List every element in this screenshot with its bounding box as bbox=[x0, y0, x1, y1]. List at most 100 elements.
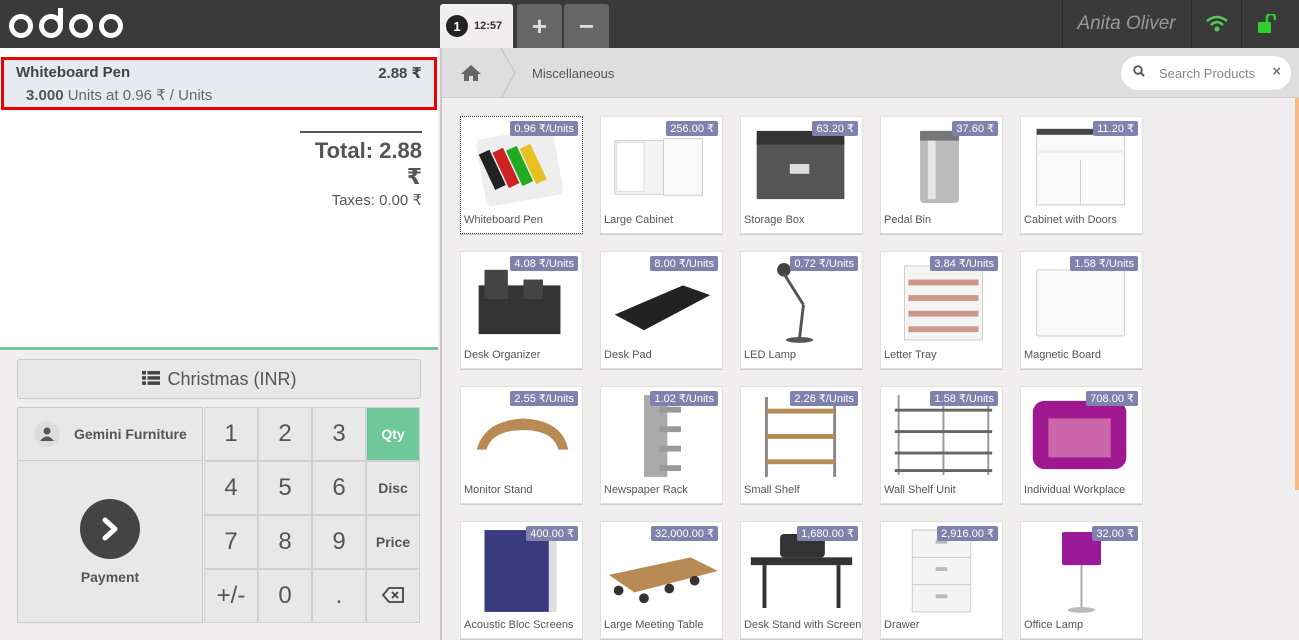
backspace-button[interactable] bbox=[366, 569, 420, 623]
numpad-dot-button[interactable]: . bbox=[312, 569, 366, 623]
numpad-key-3[interactable]: 3 bbox=[312, 407, 366, 461]
order-tab[interactable]: 1 12:57 bbox=[440, 4, 513, 48]
category-breadcrumb-bar: Miscellaneous Search Products × bbox=[442, 48, 1299, 98]
home-icon[interactable] bbox=[442, 48, 500, 98]
product-price-tag: 63.20 ₹ bbox=[812, 121, 858, 136]
orderline-info: 3.000 Units at 0.96 ₹ / Units bbox=[26, 86, 212, 104]
product-price-tag: 708.00 ₹ bbox=[1086, 391, 1138, 406]
user-icon bbox=[34, 421, 60, 447]
product-name: Desk Pad bbox=[604, 349, 652, 361]
product-card[interactable]: 400.00 ₹ Acoustic Bloc Screens bbox=[460, 521, 583, 639]
scrollbar[interactable] bbox=[1295, 98, 1299, 490]
product-name: LED Lamp bbox=[744, 349, 796, 361]
product-card[interactable]: 32,000.00 ₹ Large Meeting Table bbox=[600, 521, 723, 639]
cashier-name[interactable]: Anita Oliver bbox=[1062, 0, 1190, 48]
wifi-icon[interactable] bbox=[1191, 0, 1241, 48]
orderline-quantity: 3.000 bbox=[26, 87, 64, 104]
order-summary: Total: 2.88 ₹ Taxes: 0.00 ₹ bbox=[300, 131, 422, 209]
product-name: Small Shelf bbox=[744, 484, 800, 496]
product-name: Large Cabinet bbox=[604, 214, 674, 226]
product-price-tag: 256.00 ₹ bbox=[666, 121, 718, 136]
order-total: Total: 2.88 ₹ bbox=[314, 138, 422, 189]
product-price-tag: 0.72 ₹/Units bbox=[790, 256, 858, 271]
product-price-tag: 2.55 ₹/Units bbox=[510, 391, 578, 406]
remove-order-button[interactable]: − bbox=[564, 4, 609, 48]
mode-qty-button[interactable]: Qty bbox=[366, 407, 420, 461]
product-card[interactable]: 2.55 ₹/Units Monitor Stand bbox=[460, 386, 583, 504]
numpad-key-7[interactable]: 7 bbox=[204, 515, 258, 569]
product-card[interactable]: 1.58 ₹/Units Wall Shelf Unit bbox=[880, 386, 1003, 504]
product-price-tag: 32,000.00 ₹ bbox=[651, 526, 718, 541]
order-time: 12:57 bbox=[474, 20, 503, 32]
unlock-icon[interactable] bbox=[1241, 0, 1291, 48]
orderline-selected[interactable]: Whiteboard Pen 2.88 ₹ 3.000 Units at 0.9… bbox=[1, 57, 437, 110]
numpad-key-0[interactable]: 0 bbox=[258, 569, 312, 623]
mode-disc-button[interactable]: Disc bbox=[366, 461, 420, 515]
product-card[interactable]: 0.96 ₹/Units Whiteboard Pen bbox=[460, 116, 583, 234]
product-card[interactable]: 32.00 ₹ Office Lamp bbox=[1020, 521, 1143, 639]
product-name: Monitor Stand bbox=[464, 484, 533, 496]
search-clear-button[interactable]: × bbox=[1272, 63, 1281, 80]
product-price-tag: 8.00 ₹/Units bbox=[650, 256, 718, 271]
list-icon bbox=[141, 369, 160, 390]
order-number-badge: 1 bbox=[446, 15, 468, 37]
numpad-key-8[interactable]: 8 bbox=[258, 515, 312, 569]
numpad-sign-button[interactable]: +/- bbox=[204, 569, 258, 623]
product-card[interactable]: 1.02 ₹/Units Newspaper Rack bbox=[600, 386, 723, 504]
payment-button[interactable]: Payment bbox=[17, 461, 203, 623]
product-name: Cabinet with Doors bbox=[1024, 214, 1117, 226]
product-card[interactable]: 11.20 ₹ Cabinet with Doors bbox=[1020, 116, 1143, 234]
numpad: 1 2 3 Qty 4 5 6 Disc 7 8 9 Price +/- 0 . bbox=[204, 407, 421, 623]
product-price-tag: 11.20 ₹ bbox=[1093, 121, 1138, 136]
product-screen: Miscellaneous Search Products × 0.96 ₹/U… bbox=[440, 48, 1299, 640]
mode-price-button[interactable]: Price bbox=[366, 515, 420, 569]
numpad-key-9[interactable]: 9 bbox=[312, 515, 366, 569]
product-name: Magnetic Board bbox=[1024, 349, 1102, 361]
product-price-tag: 3.84 ₹/Units bbox=[930, 256, 998, 271]
product-card[interactable]: 37.60 ₹ Pedal Bin bbox=[880, 116, 1003, 234]
numpad-key-4[interactable]: 4 bbox=[204, 461, 258, 515]
odoo-logo bbox=[8, 6, 124, 42]
search-input[interactable]: Search Products bbox=[1159, 66, 1255, 81]
product-card[interactable]: 0.72 ₹/Units LED Lamp bbox=[740, 251, 863, 369]
product-card[interactable]: 63.20 ₹ Storage Box bbox=[740, 116, 863, 234]
breadcrumb-category[interactable]: Miscellaneous bbox=[532, 48, 614, 98]
product-card[interactable]: 708.00 ₹ Individual Workplace bbox=[1020, 386, 1143, 504]
customer-name: Gemini Furniture bbox=[74, 426, 187, 442]
top-bar: 1 12:57 + − Anita Oliver bbox=[0, 0, 1299, 48]
product-name: Drawer bbox=[884, 619, 920, 631]
product-card[interactable]: 2,916.00 ₹ Drawer bbox=[880, 521, 1003, 639]
order-panel: Whiteboard Pen 2.88 ₹ 3.000 Units at 0.9… bbox=[0, 48, 438, 640]
product-price-tag: 4.08 ₹/Units bbox=[510, 256, 578, 271]
product-name: Letter Tray bbox=[884, 349, 937, 361]
product-price-tag: 37.60 ₹ bbox=[952, 121, 998, 136]
product-name: Desk Organizer bbox=[464, 349, 541, 361]
backspace-icon bbox=[381, 582, 404, 610]
product-price-tag: 1.02 ₹/Units bbox=[650, 391, 718, 406]
product-price-tag: 1.58 ₹/Units bbox=[1070, 256, 1138, 271]
product-card[interactable]: 1.58 ₹/Units Magnetic Board bbox=[1020, 251, 1143, 369]
product-price-tag: 1,680.00 ₹ bbox=[797, 526, 858, 541]
numpad-key-1[interactable]: 1 bbox=[204, 407, 258, 461]
add-order-button[interactable]: + bbox=[517, 4, 562, 48]
product-price-tag: 32.00 ₹ bbox=[1092, 526, 1138, 541]
product-card[interactable]: 8.00 ₹/Units Desk Pad bbox=[600, 251, 723, 369]
customer-button[interactable]: Gemini Furniture bbox=[17, 407, 203, 461]
pricelist-button[interactable]: Christmas (INR) bbox=[17, 359, 421, 399]
product-card[interactable]: 1,680.00 ₹ Desk Stand with Screen bbox=[740, 521, 863, 639]
numpad-key-5[interactable]: 5 bbox=[258, 461, 312, 515]
product-price-tag: 2,916.00 ₹ bbox=[937, 526, 998, 541]
numpad-key-6[interactable]: 6 bbox=[312, 461, 366, 515]
numpad-key-2[interactable]: 2 bbox=[258, 407, 312, 461]
product-card[interactable]: 256.00 ₹ Large Cabinet bbox=[600, 116, 723, 234]
pricelist-label: Christmas (INR) bbox=[167, 368, 297, 389]
orderline-product-name: Whiteboard Pen bbox=[16, 64, 131, 81]
product-card[interactable]: 2.26 ₹/Units Small Shelf bbox=[740, 386, 863, 504]
order-taxes: Taxes: 0.00 ₹ bbox=[331, 192, 422, 209]
orderline-price: 2.88 ₹ bbox=[378, 65, 422, 82]
product-name: Desk Stand with Screen bbox=[744, 619, 862, 631]
product-card[interactable]: 4.08 ₹/Units Desk Organizer bbox=[460, 251, 583, 369]
product-price-tag: 0.96 ₹/Units bbox=[510, 121, 578, 136]
product-card[interactable]: 3.84 ₹/Units Letter Tray bbox=[880, 251, 1003, 369]
search-box[interactable]: Search Products × bbox=[1121, 56, 1291, 90]
